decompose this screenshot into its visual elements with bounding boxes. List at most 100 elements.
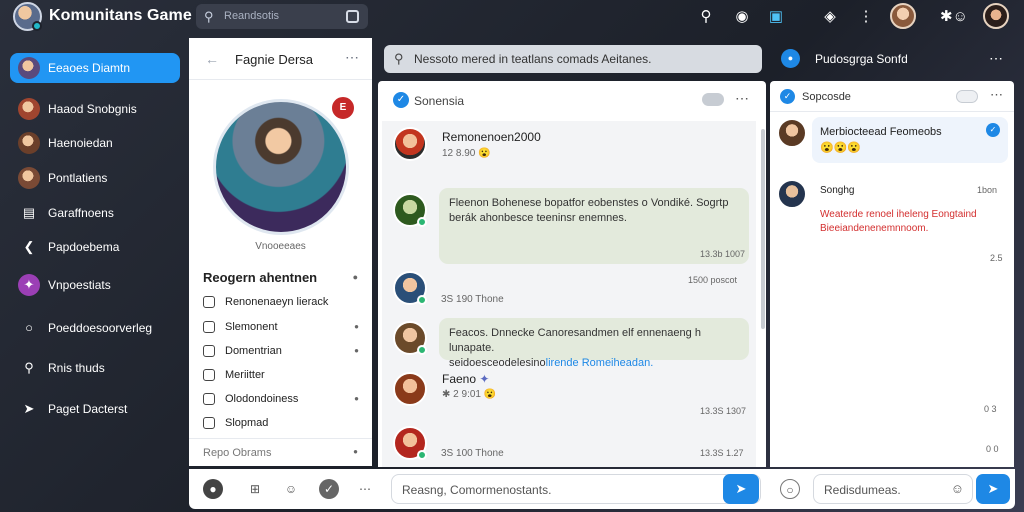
message-footer: 1500 poscot <box>688 275 738 285</box>
puzzle-icon[interactable]: ◈ <box>820 7 840 27</box>
star-icon: ✦ <box>479 372 490 386</box>
avatar[interactable] <box>393 372 427 406</box>
card-text: Weaterde renoel iheleng Eongtaind <box>820 209 977 220</box>
right-send-button[interactable]: ➤ <box>976 474 1010 504</box>
sidebar-item-0[interactable]: Eeaoes Diamtn <box>10 53 180 83</box>
dot-icon: ● <box>354 394 359 403</box>
sidebar-item-8[interactable]: ⚲ Rnis thuds <box>10 353 180 383</box>
profile-row-3[interactable]: Meriitter <box>201 366 361 386</box>
gif-icon[interactable]: ⊞ <box>245 479 265 499</box>
profile-footer[interactable]: Repo Obrams ● <box>189 438 372 466</box>
profile-row-4[interactable]: Olodondoiness ● <box>201 390 361 410</box>
composer-bar: ● ⊞ ☺ ✓ ⋯ Reasng, Comormenostants. ➤ ○ R… <box>189 469 1015 509</box>
bookmark-icon: ➤ <box>23 401 35 416</box>
count-label: 0 0 <box>986 444 999 454</box>
right-panel: ✓ Sopcosde ⋯ Merbiocteead Feomeobs 😮😮😮 ✓… <box>770 81 1014 467</box>
more-icon[interactable]: ⋯ <box>735 90 750 107</box>
layers-icon: ▤ <box>22 205 36 220</box>
profile-footer-label: Repo Obrams <box>203 447 272 459</box>
top-search-input[interactable]: ⚲ Reandsotis <box>196 4 368 29</box>
sidebar-item-5[interactable]: ❮ Papdoebema <box>10 232 180 262</box>
notification-card[interactable]: Merbiocteead Feomeobs 😮😮😮 ✓ <box>812 117 1008 163</box>
avatar[interactable] <box>777 179 807 209</box>
more-icon[interactable]: ⋯ <box>345 49 360 66</box>
message-time: 13.3S 1.27 <box>700 448 744 458</box>
more-icon[interactable]: ⋯ <box>990 87 1004 103</box>
user-avatar[interactable] <box>890 3 916 29</box>
sidebar-item-9[interactable]: ➤ Paget Dacterst <box>10 394 180 424</box>
message-link[interactable]: lirende Romeiheadan. <box>546 357 654 369</box>
check-icon[interactable]: ✓ <box>319 479 339 499</box>
profile-avatar[interactable] <box>983 3 1009 29</box>
sidebar-item-6[interactable]: ✦ Vnpoestiats <box>10 270 180 300</box>
sidebar-item-label: Pontlatiens <box>48 171 108 185</box>
sticker-icon[interactable]: ☺ <box>281 479 301 499</box>
toggle-switch[interactable] <box>956 90 978 103</box>
pin-icon: ❮ <box>23 239 35 254</box>
toggle-switch[interactable] <box>702 93 724 106</box>
avatar[interactable] <box>393 426 427 460</box>
sidebar-item-label: Papdoebema <box>48 240 120 254</box>
more-icon[interactable]: ⋯ <box>355 479 375 499</box>
hero-avatar[interactable] <box>213 99 349 235</box>
right-header-title: Pudosgrga Sonfd <box>815 52 908 66</box>
card-text: Bieeiandenenemnnoom. <box>820 223 929 234</box>
sidebar-item-label: Poeddoesoorverleg <box>48 321 153 335</box>
avatar-icon <box>18 167 40 189</box>
section-title: Reogern ahentnen <box>203 270 318 285</box>
profile-row-1[interactable]: Slemonent ● <box>201 318 361 338</box>
record-icon[interactable]: ○ <box>780 479 800 499</box>
right-header: ● Pudosgrga Sonfd ⋯ <box>770 38 1024 80</box>
profile-panel: ← Fagnie Dersa ⋯ E Vnooeeaes Reogern ahe… <box>189 38 372 466</box>
back-arrow-icon[interactable]: ← <box>205 51 219 67</box>
sidebar-item-1[interactable]: Haaod Snobgnis <box>10 94 180 124</box>
emoji-icon: 😮 <box>478 148 491 159</box>
sidebar-item-3[interactable]: Pontlatiens <box>10 163 180 193</box>
chat-icon <box>203 345 215 357</box>
profile-row-2[interactable]: Domentrian ● <box>201 342 361 362</box>
record-icon[interactable]: ◉ <box>732 7 752 27</box>
chat-scrollbar[interactable] <box>761 129 765 329</box>
avatar[interactable] <box>393 271 427 305</box>
avatar[interactable] <box>393 193 427 227</box>
search-icon[interactable]: ⚲ <box>696 7 716 27</box>
chat-bubble-icon: ● <box>781 49 800 68</box>
message-time: 13.3b 1007 <box>700 249 746 259</box>
main-search-input[interactable]: ⚲ Nessoto mered in teatlans comads Aeita… <box>384 45 762 73</box>
app-logo <box>13 2 42 31</box>
profile-row-5[interactable]: Slopmad <box>201 414 361 434</box>
dot-icon: ● <box>354 322 359 331</box>
emoji-icon[interactable]: ✱☺ <box>938 7 970 27</box>
image-icon[interactable]: ▣ <box>766 7 786 27</box>
sidebar-item-2[interactable]: Haenoiedan <box>10 128 180 158</box>
sidebar-item-4[interactable]: ▤ Garaffnoens <box>10 198 180 228</box>
search-icon: ⚲ <box>204 9 214 24</box>
message-input[interactable]: Reasng, Comormenostants. <box>391 474 761 504</box>
dot-icon[interactable]: ● <box>353 272 358 282</box>
profile-header: ← Fagnie Dersa ⋯ <box>189 38 372 80</box>
chat-name: Sonensia <box>414 94 465 108</box>
message-bubble: Feacos. Dnnecke Canoresandmen elf ennena… <box>439 318 749 369</box>
profile-row-label: Olodondoiness <box>225 393 299 405</box>
attach-icon[interactable]: ● <box>203 479 223 499</box>
star-icon: ✱ <box>442 389 451 400</box>
chat-icon <box>203 321 215 333</box>
avatar[interactable] <box>777 118 807 148</box>
dot-icon: ● <box>353 447 358 456</box>
profile-row-label: Meriitter <box>225 369 265 381</box>
sidebar-item-7[interactable]: ○ Poeddoesoorverleg <box>10 313 180 343</box>
message-author: Remonenoen2000 <box>442 130 541 144</box>
expand-icon[interactable] <box>346 10 359 23</box>
right-message-input[interactable]: Redisdumeas. ☺ <box>813 474 973 504</box>
level-badge: E <box>330 95 356 121</box>
avatar[interactable] <box>393 321 427 355</box>
emoji-icon: 😮 <box>483 389 497 400</box>
top-bar: Komunitans Game ⚲ Reandsotis ⚲ ◉ ▣ ◈ ⋮ ✱… <box>0 0 1024 34</box>
profile-row-0[interactable]: Renonenaeyn lierack <box>201 293 361 313</box>
more-vertical-icon[interactable]: ⋮ <box>856 7 876 27</box>
more-icon[interactable]: ⋯ <box>989 50 1004 67</box>
emoji-icon[interactable]: ☺ <box>951 481 964 496</box>
send-button[interactable]: ➤ <box>723 474 759 504</box>
message-text: Fleenon Bohenese bopatfor eobenstes o Vo… <box>449 197 729 209</box>
avatar[interactable] <box>393 127 427 161</box>
